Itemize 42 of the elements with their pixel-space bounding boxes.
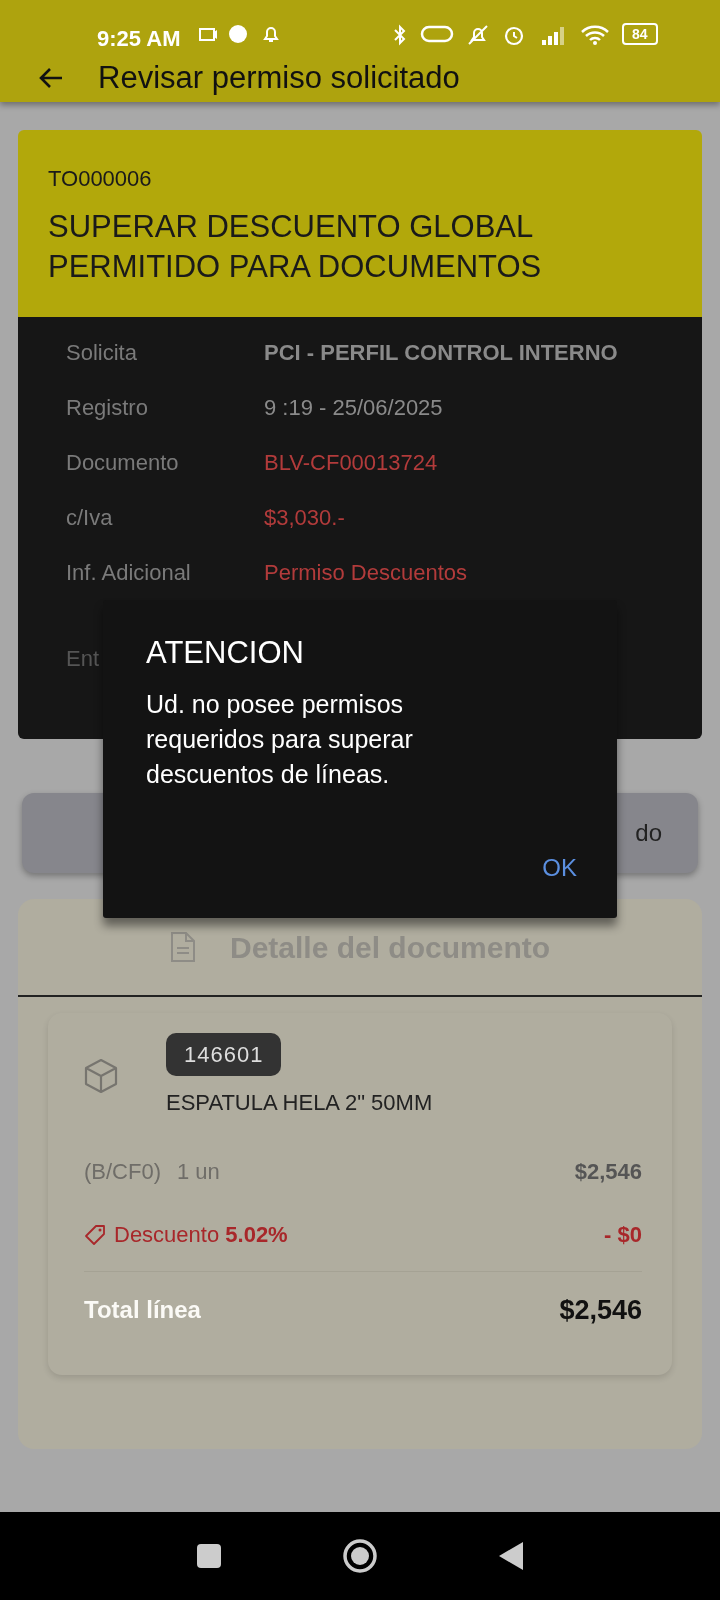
box-icon	[84, 1058, 118, 1094]
permit-title: SUPERAR DESCUENTO GLOBAL PERMITIDO PARA DOCUMENTOS	[48, 208, 543, 286]
dialog-message: Ud. no posee permisos requeridos para superar descuentos de líneas.	[146, 688, 414, 790]
field-value: Permiso Descuentos	[264, 559, 467, 587]
status-time: 9:25 AM	[97, 25, 181, 53]
bluetooth-icon	[392, 24, 408, 46]
home-icon[interactable]	[342, 1538, 378, 1574]
back-icon[interactable]	[498, 1541, 524, 1571]
quantity: 1 un	[177, 1158, 220, 1186]
item-name: ESPATULA HELA 2" 50MM	[166, 1089, 433, 1117]
field-value: $3,030.-	[264, 504, 345, 532]
ok-button[interactable]: OK	[542, 850, 577, 886]
tag-icon	[84, 1223, 106, 1246]
alarm-icon	[502, 24, 526, 46]
field-value: 9 :19 - 25/06/2025	[264, 394, 443, 422]
field-label: Inf. Adicional	[66, 559, 192, 587]
unit-price: $2,546	[574, 1158, 642, 1186]
mute-icon	[466, 24, 490, 46]
field-label: Solicita	[66, 339, 138, 367]
battery-indicator: 84	[622, 23, 658, 45]
recents-icon[interactable]	[196, 1543, 222, 1569]
discount-label: Descuento 5.02%	[114, 1221, 288, 1249]
screen-title: Revisar permiso solicitado	[98, 60, 460, 96]
wifi-icon	[580, 24, 610, 46]
bell-icon	[262, 24, 280, 44]
field-value: PCI - PERFIL CONTROL INTERNO	[264, 339, 618, 367]
line-total: $2,546	[559, 1294, 642, 1327]
dialog-title: ATENCION	[146, 634, 305, 672]
field-label: c/Iva	[66, 504, 114, 532]
document-icon	[169, 931, 196, 963]
field-value: BLV-CF00013724	[264, 449, 438, 477]
item-code: 146601	[166, 1033, 282, 1076]
total-label: Total línea	[84, 1295, 201, 1326]
price-list: (B/CF0)	[84, 1155, 161, 1188]
field-label: Registro	[66, 394, 149, 422]
pill-icon	[420, 24, 454, 44]
field-label: Documento	[66, 449, 180, 477]
discount-amount: - $0	[604, 1221, 642, 1249]
round-app-icon	[228, 24, 248, 44]
field-label: Ent	[66, 645, 100, 673]
back-arrow-icon[interactable]	[38, 66, 64, 90]
permit-code: TO000006	[48, 165, 153, 193]
